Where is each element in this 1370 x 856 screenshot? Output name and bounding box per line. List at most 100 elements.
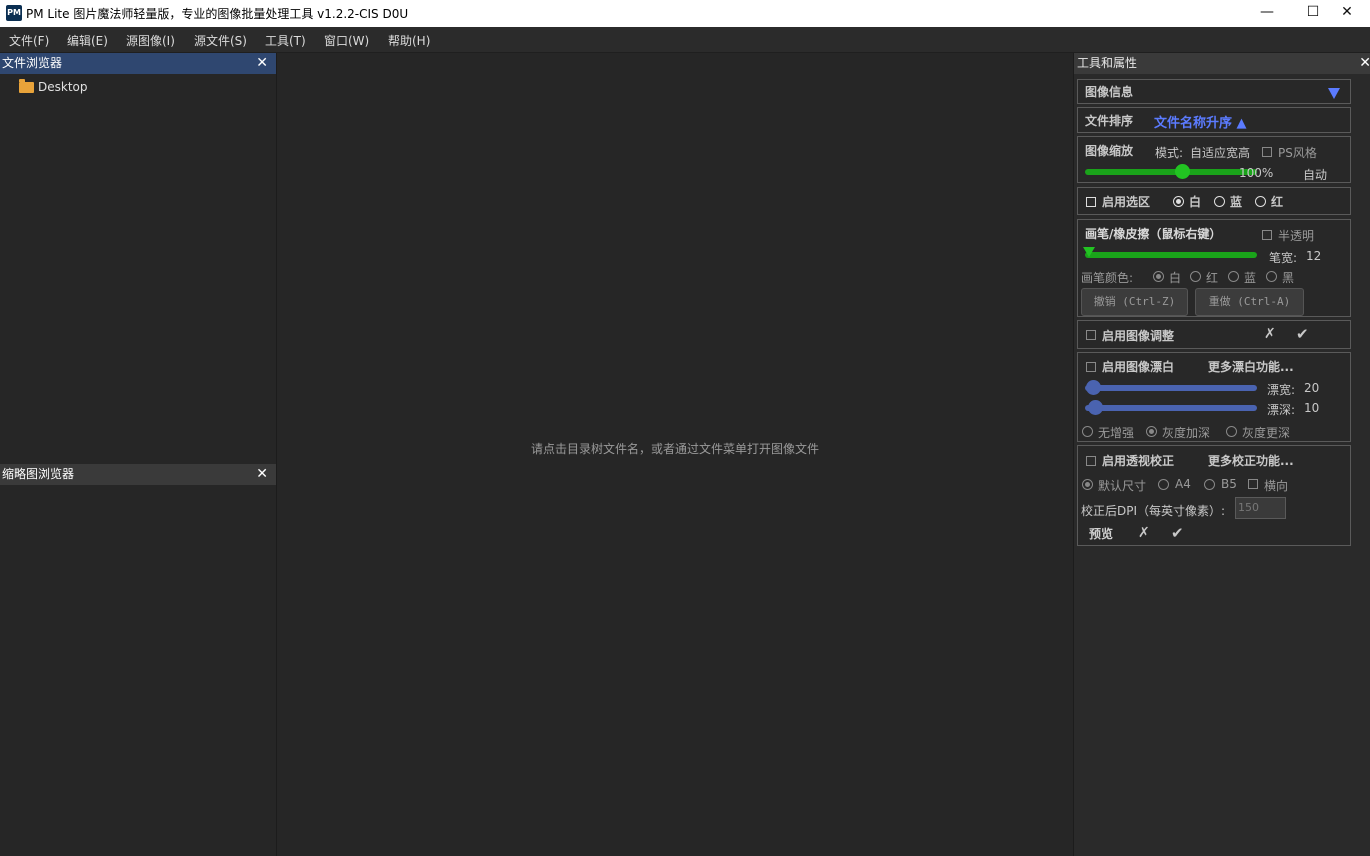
- selection-blue-label: 蓝: [1230, 195, 1243, 209]
- size-radio-a4[interactable]: [1158, 479, 1169, 490]
- whiten-mode-radio-none[interactable]: [1082, 426, 1093, 437]
- semi-transparent-checkbox[interactable]: [1262, 230, 1272, 240]
- menu-help[interactable]: 帮助(H): [388, 32, 430, 49]
- zoom-auto[interactable]: 自动: [1303, 166, 1327, 183]
- whiten-depth-label: 漂深:: [1267, 403, 1296, 417]
- selection-section: 启用选区 白 蓝 红: [1077, 187, 1351, 215]
- perspective-section: 启用透视校正 更多校正功能... 默认尺寸 A4 B5 横向 校正后DPI（每英…: [1077, 445, 1351, 546]
- sort-value[interactable]: 文件名称升序 ▲: [1154, 112, 1247, 131]
- more-whiten-link[interactable]: 更多漂白功能...: [1208, 358, 1294, 375]
- whiten-mode-deeper-label: 灰度更深: [1242, 426, 1291, 440]
- zoom-mode-label: 模式:: [1155, 146, 1184, 160]
- selection-radio-white[interactable]: [1173, 196, 1184, 207]
- preview-button[interactable]: 预览: [1089, 525, 1113, 542]
- tools-title-text: 工具和属性: [1077, 56, 1138, 70]
- brush-color-radio-white[interactable]: [1153, 271, 1164, 282]
- adjust-ok-icon[interactable]: ✔: [1296, 325, 1309, 343]
- brush-color-radio-black[interactable]: [1266, 271, 1277, 282]
- redo-button[interactable]: 重做 (Ctrl-A): [1195, 288, 1304, 316]
- zoom-section: 图像缩放 模式: 自适应宽高 PS风格 100% 自动: [1077, 136, 1351, 183]
- ps-style-label: PS风格: [1278, 146, 1317, 160]
- whiten-mode-radio-deepen[interactable]: [1146, 426, 1157, 437]
- file-browser-close-icon[interactable]: ✕: [256, 53, 268, 73]
- brush-color-white-label: 白: [1169, 271, 1182, 285]
- enable-whiten-checkbox[interactable]: [1086, 362, 1096, 372]
- thumb-browser-title-text: 缩略图浏览器: [2, 467, 75, 481]
- image-info-section[interactable]: 图像信息: [1077, 79, 1351, 104]
- zoom-slider-knob[interactable]: [1175, 164, 1190, 179]
- menu-source-file[interactable]: 源文件(S): [194, 32, 247, 49]
- menu-tools[interactable]: 工具(T): [265, 32, 306, 49]
- perspective-cancel-icon[interactable]: ✗: [1138, 525, 1150, 541]
- enable-perspective-label: 启用透视校正: [1102, 454, 1175, 468]
- menu-source-image[interactable]: 源图像(I): [126, 32, 175, 49]
- sort-label: 文件排序: [1085, 114, 1134, 128]
- landscape-checkbox[interactable]: [1248, 479, 1258, 489]
- ps-style-checkbox[interactable]: [1262, 147, 1272, 157]
- left-dock: 文件浏览器 ✕ 缩略图浏览器 ✕: [0, 53, 277, 856]
- whiten-mode-radio-deeper[interactable]: [1226, 426, 1237, 437]
- brush-color-black-label: 黑: [1282, 271, 1295, 285]
- selection-red-label: 红: [1271, 195, 1284, 209]
- brush-width-knob[interactable]: [1083, 247, 1095, 257]
- whiten-width-label: 漂宽:: [1267, 383, 1296, 397]
- tools-title: 工具和属性 ✕: [1074, 53, 1370, 74]
- title-bar: PM PM Lite 图片魔法师轻量版，专业的图像批量处理工具 v1.2.2-C…: [0, 0, 1370, 27]
- zoom-label: 图像缩放: [1085, 144, 1134, 158]
- image-canvas[interactable]: 请点击目录树文件名，或者通过文件菜单打开图像文件: [277, 53, 1073, 856]
- whiten-mode-none-label: 无增强: [1098, 426, 1135, 440]
- enable-perspective-checkbox[interactable]: [1086, 456, 1096, 466]
- whiten-mode-deepen-label: 灰度加深: [1162, 426, 1211, 440]
- enable-whiten-label: 启用图像漂白: [1102, 360, 1175, 374]
- close-button[interactable]: ✕: [1324, 0, 1370, 27]
- tree-item-desktop[interactable]: Desktop: [19, 78, 88, 95]
- brush-color-blue-label: 蓝: [1244, 271, 1257, 285]
- size-radio-b5[interactable]: [1204, 479, 1215, 490]
- minimize-button[interactable]: —: [1244, 0, 1290, 27]
- whiten-width-slider[interactable]: [1085, 385, 1257, 391]
- brush-color-radio-blue[interactable]: [1228, 271, 1239, 282]
- selection-radio-blue[interactable]: [1214, 196, 1225, 207]
- menu-file[interactable]: 文件(F): [9, 32, 49, 49]
- zoom-slider[interactable]: [1085, 169, 1257, 175]
- undo-button[interactable]: 撤销 (Ctrl-Z): [1081, 288, 1188, 316]
- app-icon: PM: [6, 5, 22, 21]
- whiten-depth-value: 10: [1304, 401, 1320, 415]
- menu-bar: 文件(F) 编辑(E) 源图像(I) 源文件(S) 工具(T) 窗口(W) 帮助…: [0, 27, 1370, 53]
- file-browser-title: 文件浏览器 ✕: [0, 53, 276, 74]
- semi-transparent-label: 半透明: [1278, 229, 1315, 243]
- enable-adjust-checkbox[interactable]: [1086, 330, 1096, 340]
- thumb-browser-close-icon[interactable]: ✕: [256, 464, 268, 484]
- brush-label: 画笔/橡皮擦（鼠标右键）: [1085, 227, 1222, 241]
- brush-width-slider[interactable]: [1085, 252, 1257, 258]
- size-b5-label: B5: [1221, 477, 1237, 491]
- brush-section: 画笔/橡皮擦（鼠标右键） 半透明 笔宽: 12 画笔颜色: 白 红 蓝 黑 撤销…: [1077, 219, 1351, 317]
- adjust-cancel-icon[interactable]: ✗: [1264, 326, 1276, 342]
- tools-dock: 工具和属性 ✕ 图像信息 文件排序 文件名称升序 ▲ 图像缩放 模式: 自适应宽…: [1073, 53, 1370, 856]
- whiten-depth-slider[interactable]: [1085, 405, 1257, 411]
- triangle-down-icon[interactable]: [1328, 88, 1340, 99]
- menu-edit[interactable]: 编辑(E): [67, 32, 108, 49]
- menu-window[interactable]: 窗口(W): [324, 32, 369, 49]
- enable-selection-label: 启用选区: [1102, 195, 1151, 209]
- selection-white-label: 白: [1189, 195, 1202, 209]
- whiten-depth-knob[interactable]: [1088, 400, 1103, 415]
- perspective-ok-icon[interactable]: ✔: [1171, 524, 1184, 542]
- selection-radio-red[interactable]: [1255, 196, 1266, 207]
- enable-adjust-label: 启用图像调整: [1102, 329, 1175, 343]
- zoom-mode-value[interactable]: 自适应宽高: [1190, 144, 1250, 161]
- tools-close-icon[interactable]: ✕: [1359, 53, 1370, 73]
- more-perspective-link[interactable]: 更多校正功能...: [1208, 452, 1294, 469]
- whiten-width-knob[interactable]: [1086, 380, 1101, 395]
- adjust-section: 启用图像调整 ✗ ✔: [1077, 320, 1351, 349]
- canvas-hint: 请点击目录树文件名，或者通过文件菜单打开图像文件: [530, 442, 819, 456]
- landscape-label: 横向: [1264, 479, 1289, 493]
- brush-color-radio-red[interactable]: [1190, 271, 1201, 282]
- size-a4-label: A4: [1175, 477, 1191, 491]
- zoom-percent: 100%: [1239, 166, 1274, 180]
- size-radio-default[interactable]: [1082, 479, 1093, 490]
- enable-selection-checkbox[interactable]: [1086, 197, 1096, 207]
- dpi-input[interactable]: 150: [1235, 497, 1286, 519]
- sort-section: 文件排序 文件名称升序 ▲: [1077, 107, 1351, 133]
- whiten-section: 启用图像漂白 更多漂白功能... 漂宽: 20 漂深: 10 无增强 灰度加深 …: [1077, 352, 1351, 442]
